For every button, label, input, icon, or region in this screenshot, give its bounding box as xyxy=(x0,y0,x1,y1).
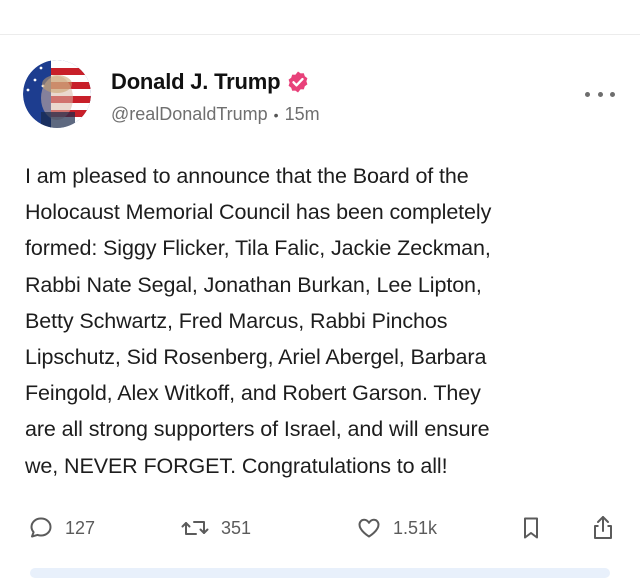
reply-count: 127 xyxy=(65,517,96,538)
post-body: I am pleased to announce that the Board … xyxy=(25,158,625,484)
reply-button[interactable]: 127 xyxy=(28,510,95,546)
heart-icon xyxy=(356,515,382,541)
post-body-line: Betty Schwartz, Fred Marcus, Rabbi Pinch… xyxy=(25,308,448,333)
repost-icon xyxy=(180,515,210,541)
post-body-line: Lipschutz, Sid Rosenberg, Ariel Abergel,… xyxy=(25,345,487,370)
handle[interactable]: @realDonaldTrump xyxy=(111,104,268,125)
display-name[interactable]: Donald J. Trump xyxy=(111,69,281,95)
avatar[interactable] xyxy=(23,60,91,128)
like-button[interactable]: 1.51k xyxy=(356,510,437,546)
share-icon xyxy=(590,514,616,542)
divider xyxy=(0,34,640,35)
separator: • xyxy=(273,106,279,123)
post-body-line: I am pleased to announce that the Board … xyxy=(25,164,469,188)
like-count: 1.51k xyxy=(393,517,438,538)
bookmark-button[interactable] xyxy=(519,510,543,546)
action-bar: 127 351 1.51k xyxy=(0,510,640,546)
verified-badge-icon xyxy=(286,70,310,94)
timestamp[interactable]: 15m xyxy=(285,104,320,125)
post-body-line: formed: Siggy Flicker, Tila Falic, Jacki… xyxy=(25,236,491,261)
post-body-line: are all strong supporters of Israel, and… xyxy=(25,417,490,442)
share-button[interactable] xyxy=(590,510,616,546)
post-body-line: Holocaust Memorial Council has been comp… xyxy=(25,200,492,225)
repost-count: 351 xyxy=(221,517,252,538)
bookmark-icon xyxy=(519,515,543,541)
next-post-edge xyxy=(30,568,610,578)
repost-button[interactable]: 351 xyxy=(180,510,251,546)
post-body-line: Rabbi Nate Segal, Jonathan Burkan, Lee L… xyxy=(25,272,482,297)
more-options-icon[interactable] xyxy=(585,84,615,104)
author-name-row: Donald J. Trump xyxy=(111,69,310,95)
handle-row: @realDonaldTrump • 15m xyxy=(111,104,320,125)
reply-icon xyxy=(28,515,54,541)
post-card: Donald J. Trump @realDonaldTrump • 15m I… xyxy=(0,0,640,578)
post-body-line: we, NEVER FORGET. Congratulations to all… xyxy=(25,453,448,478)
post-body-line: Feingold, Alex Witkoff, and Robert Garso… xyxy=(25,381,481,406)
